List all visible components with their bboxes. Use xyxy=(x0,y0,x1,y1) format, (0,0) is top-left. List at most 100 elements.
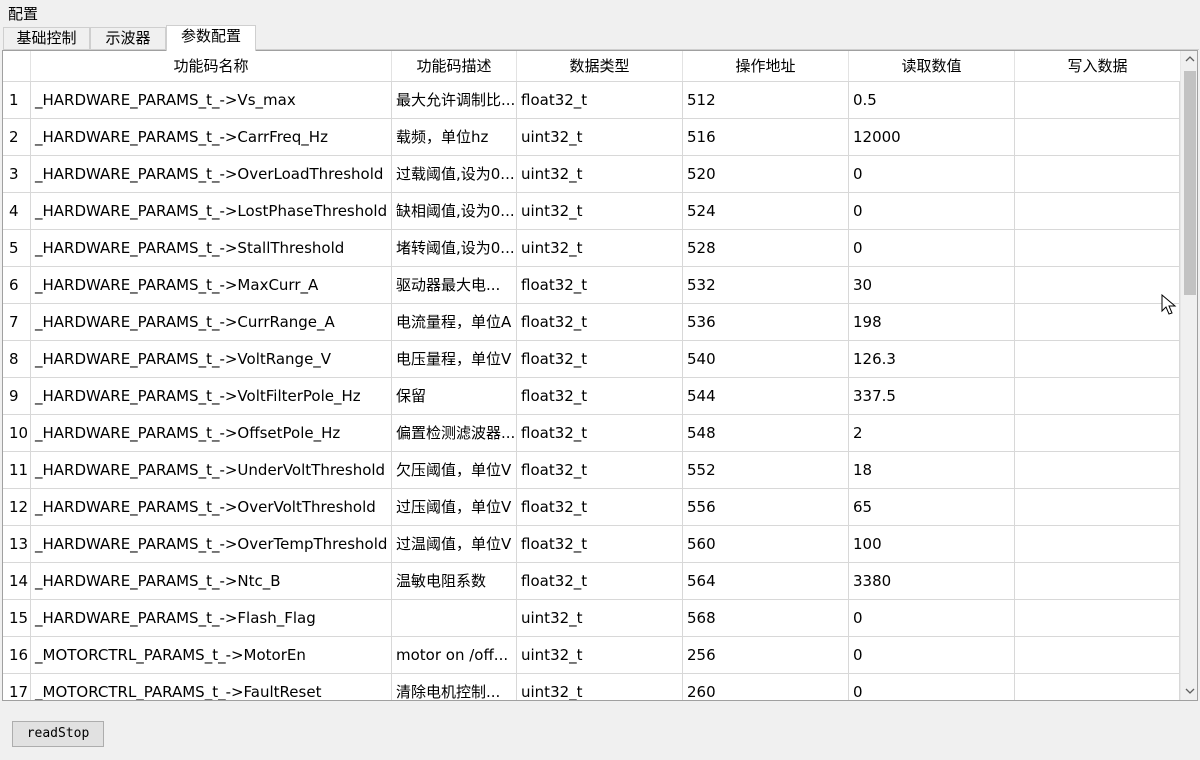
cell-type: uint32_t xyxy=(517,156,683,192)
table-row[interactable]: 6 _HARDWARE_PARAMS_t_->MaxCurr_A 驱动器最大电...… xyxy=(3,266,1180,303)
header-read[interactable]: 读取数值 xyxy=(849,51,1015,81)
table-row[interactable]: 16 _MOTORCTRL_PARAMS_t_->MotorEn motor on… xyxy=(3,636,1180,673)
cell-write[interactable] xyxy=(1015,193,1180,229)
header-desc[interactable]: 功能码描述 xyxy=(392,51,517,81)
cell-read: 2 xyxy=(849,415,1015,451)
cell-desc xyxy=(392,600,517,636)
cell-type: uint32_t xyxy=(517,674,683,700)
table-header: 功能码名称 功能码描述 数据类型 操作地址 读取数值 写入数据 xyxy=(3,51,1180,81)
cell-addr: 552 xyxy=(683,452,849,488)
cell-name: _HARDWARE_PARAMS_t_->VoltFilterPole_Hz xyxy=(31,378,392,414)
cell-name: _HARDWARE_PARAMS_t_->OffsetPole_Hz xyxy=(31,415,392,451)
cell-write[interactable] xyxy=(1015,267,1180,303)
cell-write[interactable] xyxy=(1015,82,1180,118)
cell-name: _MOTORCTRL_PARAMS_t_->FaultReset xyxy=(31,674,392,700)
table-row[interactable]: 5 _HARDWARE_PARAMS_t_->StallThreshold 堵转阈值… xyxy=(3,229,1180,266)
table-row[interactable]: 12 _HARDWARE_PARAMS_t_->OverVoltThreshold… xyxy=(3,488,1180,525)
cell-read: 0 xyxy=(849,230,1015,266)
chevron-down-icon[interactable] xyxy=(1181,683,1197,700)
cell-type: float32_t xyxy=(517,82,683,118)
cell-write[interactable] xyxy=(1015,378,1180,414)
cell-desc: 过载阈值,设为0... xyxy=(392,156,517,192)
cell-write[interactable] xyxy=(1015,415,1180,451)
cell-name: _HARDWARE_PARAMS_t_->MaxCurr_A xyxy=(31,267,392,303)
header-addr[interactable]: 操作地址 xyxy=(683,51,849,81)
cell-write[interactable] xyxy=(1015,304,1180,340)
cell-type: float32_t xyxy=(517,563,683,599)
cell-desc: 温敏电阻系数 xyxy=(392,563,517,599)
row-index: 12 xyxy=(3,489,31,525)
row-index: 17 xyxy=(3,674,31,700)
cell-desc: 过温阈值，单位V xyxy=(392,526,517,562)
cell-name: _HARDWARE_PARAMS_t_->CurrRange_A xyxy=(31,304,392,340)
cell-write[interactable] xyxy=(1015,341,1180,377)
cell-desc: 缺相阈值,设为0... xyxy=(392,193,517,229)
table-row[interactable]: 13 _HARDWARE_PARAMS_t_->OverTempThreshold… xyxy=(3,525,1180,562)
table-body: 1 _HARDWARE_PARAMS_t_->Vs_max 最大允许调制比... fl… xyxy=(3,81,1180,700)
cell-read: 0 xyxy=(849,156,1015,192)
cell-write[interactable] xyxy=(1015,230,1180,266)
table-row[interactable]: 4 _HARDWARE_PARAMS_t_->LostPhaseThreshold… xyxy=(3,192,1180,229)
cell-read: 100 xyxy=(849,526,1015,562)
table-row[interactable]: 1 _HARDWARE_PARAMS_t_->Vs_max 最大允许调制比... fl… xyxy=(3,81,1180,118)
table-row[interactable]: 17 _MOTORCTRL_PARAMS_t_->FaultReset 清除电机控… xyxy=(3,673,1180,700)
cell-desc: motor on /off... xyxy=(392,637,517,673)
table-row[interactable]: 14 _HARDWARE_PARAMS_t_->Ntc_B 温敏电阻系数 float3… xyxy=(3,562,1180,599)
row-index: 16 xyxy=(3,637,31,673)
cell-addr: 528 xyxy=(683,230,849,266)
cell-write[interactable] xyxy=(1015,563,1180,599)
cell-write[interactable] xyxy=(1015,526,1180,562)
cell-type: float32_t xyxy=(517,267,683,303)
cell-type: float32_t xyxy=(517,452,683,488)
cell-addr: 516 xyxy=(683,119,849,155)
cell-write[interactable] xyxy=(1015,452,1180,488)
row-index: 8 xyxy=(3,341,31,377)
tab-oscilloscope[interactable]: 示波器 xyxy=(90,27,166,50)
table-row[interactable]: 3 _HARDWARE_PARAMS_t_->OverLoadThreshold 过… xyxy=(3,155,1180,192)
table-row[interactable]: 15 _HARDWARE_PARAMS_t_->Flash_Flag uint32_… xyxy=(3,599,1180,636)
cell-desc: 欠压阈值，单位V xyxy=(392,452,517,488)
cell-type: uint32_t xyxy=(517,600,683,636)
cell-write[interactable] xyxy=(1015,637,1180,673)
header-name[interactable]: 功能码名称 xyxy=(31,51,392,81)
row-index: 15 xyxy=(3,600,31,636)
scrollbar-thumb[interactable] xyxy=(1184,71,1196,295)
table-row[interactable]: 10 _HARDWARE_PARAMS_t_->OffsetPole_Hz 偏置检测… xyxy=(3,414,1180,451)
header-corner xyxy=(3,51,31,81)
header-write[interactable]: 写入数据 xyxy=(1015,51,1180,81)
cell-desc: 保留 xyxy=(392,378,517,414)
tab-basic-control[interactable]: 基础控制 xyxy=(3,27,90,50)
cell-addr: 524 xyxy=(683,193,849,229)
cell-addr: 532 xyxy=(683,267,849,303)
tab-parameter-config[interactable]: 参数配置 xyxy=(166,25,256,51)
cell-write[interactable] xyxy=(1015,119,1180,155)
table-row[interactable]: 11 _HARDWARE_PARAMS_t_->UnderVoltThreshol… xyxy=(3,451,1180,488)
cell-write[interactable] xyxy=(1015,600,1180,636)
header-type[interactable]: 数据类型 xyxy=(517,51,683,81)
cell-type: uint32_t xyxy=(517,193,683,229)
cell-name: _HARDWARE_PARAMS_t_->OverTempThreshold xyxy=(31,526,392,562)
cell-write[interactable] xyxy=(1015,156,1180,192)
table-row[interactable]: 9 _HARDWARE_PARAMS_t_->VoltFilterPole_Hz 保… xyxy=(3,377,1180,414)
read-stop-button[interactable]: readStop xyxy=(12,721,104,747)
cell-read: 126.3 xyxy=(849,341,1015,377)
cell-name: _HARDWARE_PARAMS_t_->OverVoltThreshold xyxy=(31,489,392,525)
row-index: 3 xyxy=(3,156,31,192)
cell-name: _HARDWARE_PARAMS_t_->OverLoadThreshold xyxy=(31,156,392,192)
cell-read: 0 xyxy=(849,637,1015,673)
table-row[interactable]: 7 _HARDWARE_PARAMS_t_->CurrRange_A 电流量程，单位… xyxy=(3,303,1180,340)
table-row[interactable]: 2 _HARDWARE_PARAMS_t_->CarrFreq_Hz 载频，单位hz… xyxy=(3,118,1180,155)
cell-read: 3380 xyxy=(849,563,1015,599)
cell-addr: 568 xyxy=(683,600,849,636)
cell-write[interactable] xyxy=(1015,489,1180,525)
row-index: 14 xyxy=(3,563,31,599)
cell-name: _MOTORCTRL_PARAMS_t_->MotorEn xyxy=(31,637,392,673)
vertical-scrollbar[interactable] xyxy=(1180,51,1197,700)
chevron-up-icon[interactable] xyxy=(1181,51,1197,68)
table-row[interactable]: 8 _HARDWARE_PARAMS_t_->VoltRange_V 电压量程，单位… xyxy=(3,340,1180,377)
row-index: 11 xyxy=(3,452,31,488)
cell-write[interactable] xyxy=(1015,674,1180,700)
cell-read: 12000 xyxy=(849,119,1015,155)
cell-read: 0 xyxy=(849,674,1015,700)
cell-desc: 偏置检测滤波器... xyxy=(392,415,517,451)
